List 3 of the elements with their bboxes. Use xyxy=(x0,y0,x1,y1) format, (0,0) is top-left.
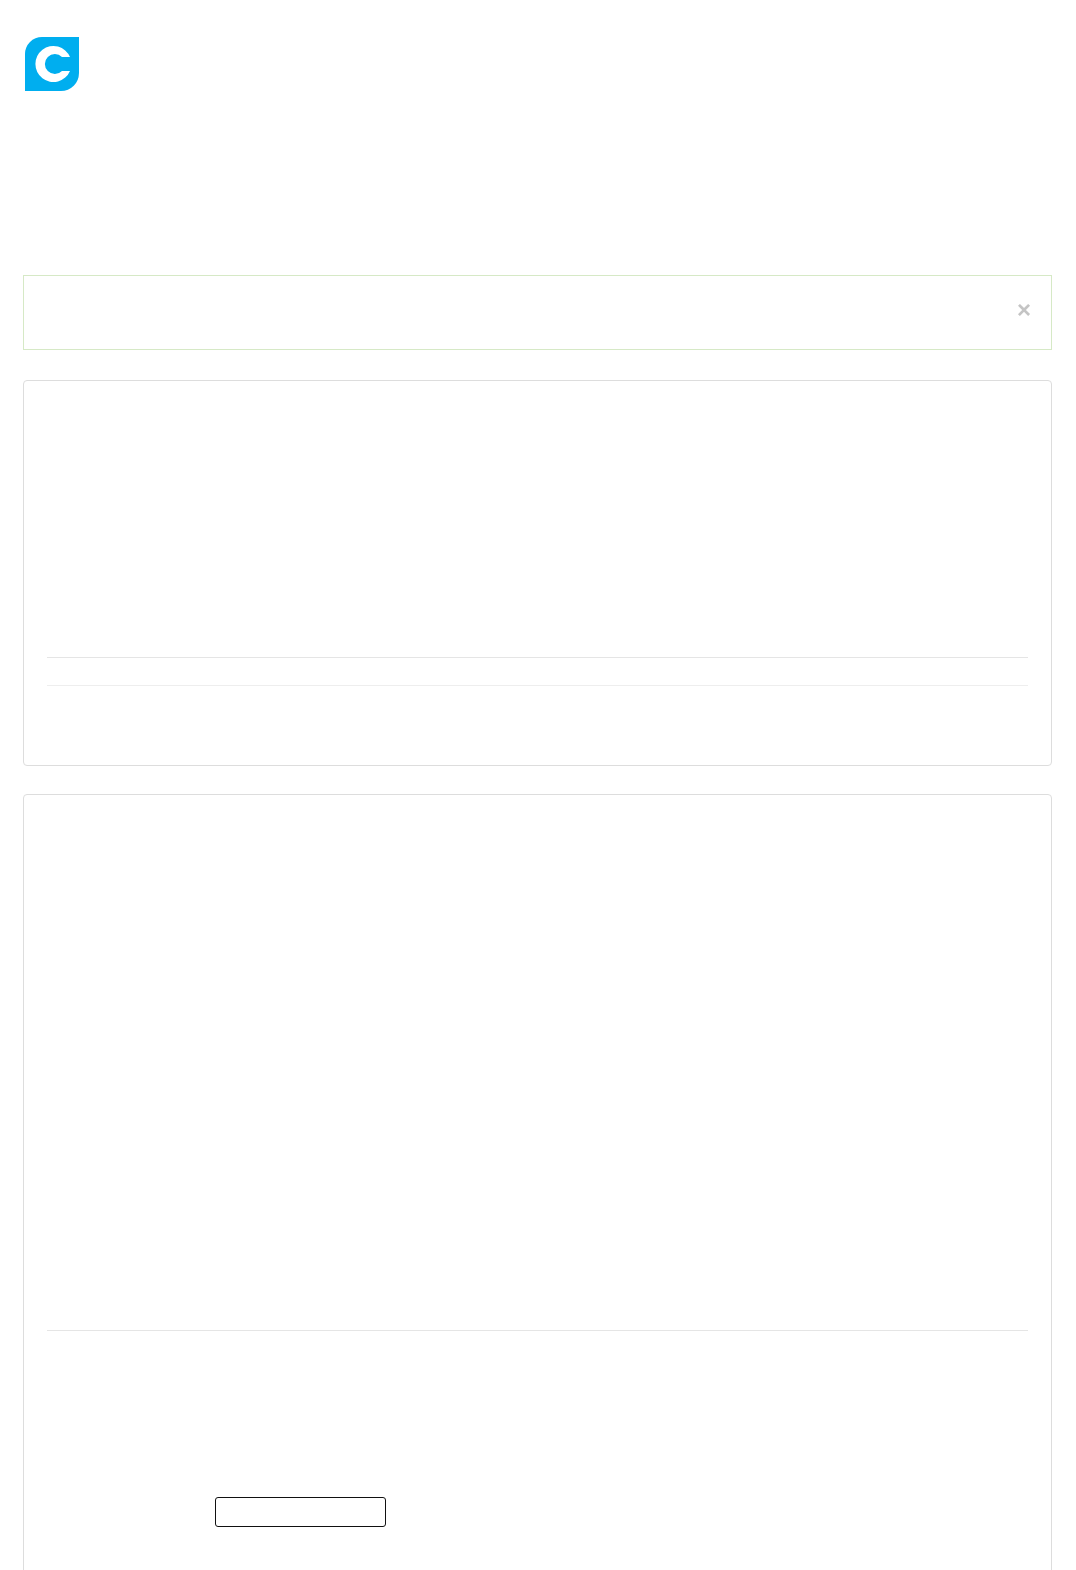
logo-icon xyxy=(25,37,79,91)
close-button[interactable]: × xyxy=(1017,297,1031,322)
input-field[interactable] xyxy=(215,1497,386,1527)
